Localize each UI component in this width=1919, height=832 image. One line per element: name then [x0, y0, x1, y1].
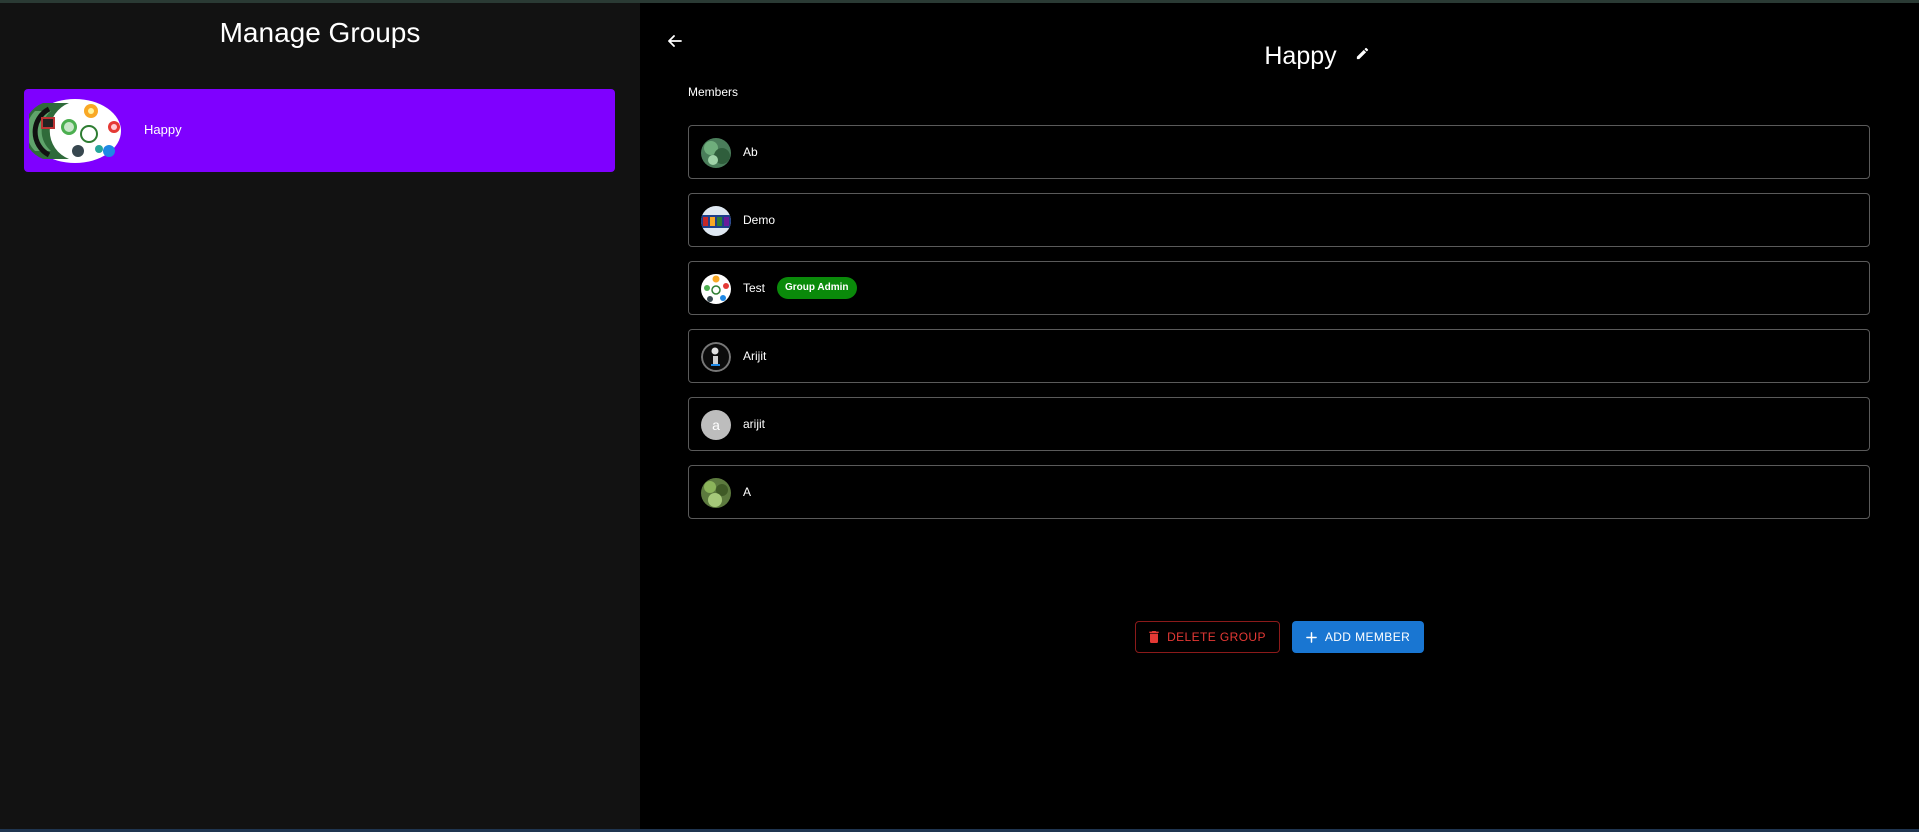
member-name: arijit [743, 417, 766, 431]
member-row-arijit[interactable]: Arijit [688, 329, 1870, 383]
member-row-ab[interactable]: Ab [688, 125, 1870, 179]
delete-group-button[interactable]: DELETE GROUP [1135, 621, 1280, 653]
member-row-arijit-lowercase[interactable]: a arijit [688, 397, 1870, 451]
member-name: A [743, 485, 752, 499]
member-row-demo[interactable]: Demo [688, 193, 1870, 247]
add-member-button[interactable]: ADD MEMBER [1292, 621, 1424, 653]
member-name: Test [743, 281, 766, 295]
member-row-test[interactable]: Test Group Admin [688, 261, 1870, 315]
member-avatar [701, 478, 731, 508]
member-avatar [701, 274, 731, 304]
avatar-initial: a [712, 417, 720, 433]
add-member-label: ADD MEMBER [1324, 630, 1411, 644]
edit-group-name-button[interactable] [1353, 46, 1373, 66]
plus-icon [1306, 631, 1317, 643]
trash-icon [1149, 631, 1159, 643]
member-name: Demo [743, 213, 776, 227]
group-title-bar: Happy [640, 39, 1919, 73]
group-avatar [23, 99, 122, 163]
delete-group-label: DELETE GROUP [1167, 630, 1266, 644]
member-name: Arijit [743, 349, 767, 363]
group-title: Happy [1264, 41, 1337, 70]
group-item-happy[interactable]: Happy [23, 89, 615, 172]
member-row-a[interactable]: A [688, 465, 1870, 519]
sidebar-title: Manage Groups [219, 17, 421, 48]
sidebar: Manage Groups Happy [0, 3, 640, 829]
letter-avatar: a [701, 410, 731, 440]
member-name: Ab [743, 145, 758, 159]
group-admin-badge: Group Admin [777, 277, 857, 299]
member-avatar [701, 342, 731, 372]
pencil-icon [1355, 46, 1370, 66]
group-name: Happy [144, 122, 182, 137]
member-avatar [701, 206, 731, 236]
group-detail-panel: Happy Members Ab Demo Test Group Admin A… [640, 3, 1919, 829]
member-avatar [701, 138, 731, 168]
members-label: Members [688, 85, 739, 99]
